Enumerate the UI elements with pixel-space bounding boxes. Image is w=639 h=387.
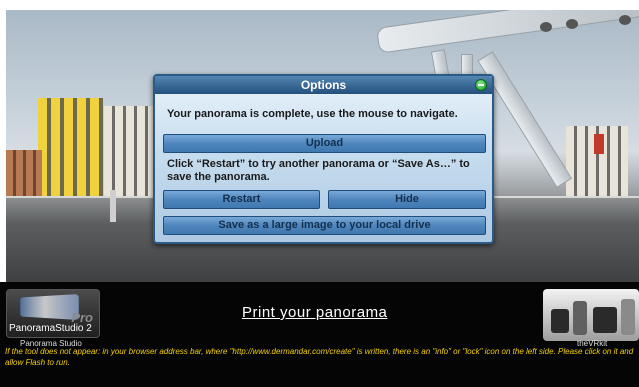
minimize-icon[interactable] xyxy=(475,79,487,91)
logo-product-name: PanoramaStudio 2 xyxy=(9,323,92,334)
vrkit-logo[interactable] xyxy=(543,289,639,341)
roof-post xyxy=(110,190,116,222)
panorama-graphic-icon xyxy=(20,293,79,321)
camera-icon xyxy=(551,309,569,333)
restart-hint: Click “Restart” to try another panorama … xyxy=(167,158,470,183)
dialog-title: Options xyxy=(155,76,492,94)
oval-window-2 xyxy=(566,19,578,29)
restart-button[interactable]: Restart xyxy=(163,190,320,209)
building-brick xyxy=(6,150,42,196)
options-dialog: Options Your panorama is complete, use t… xyxy=(153,74,494,244)
lens-icon xyxy=(621,299,635,335)
flash-notice: If the tool does not appear: in your bro… xyxy=(5,347,634,367)
upload-button[interactable]: Upload xyxy=(163,134,486,153)
arch-beam xyxy=(376,10,639,54)
panorama-studio-logo[interactable]: Pro PanoramaStudio 2 xyxy=(6,289,100,338)
panohead-icon xyxy=(593,307,617,333)
tripod-head-icon xyxy=(573,301,587,335)
building-yellow xyxy=(38,98,104,196)
oval-window-1 xyxy=(540,22,552,32)
footer-bar: Pro PanoramaStudio 2 Panorama Studio Pri… xyxy=(0,282,639,387)
building-white-left xyxy=(104,106,156,196)
oval-window-3 xyxy=(619,15,631,25)
save-large-image-button[interactable]: Save as a large image to your local driv… xyxy=(163,216,486,235)
complete-message: Your panorama is complete, use the mouse… xyxy=(167,108,458,120)
print-panorama-link[interactable]: Print your panorama xyxy=(242,304,387,321)
hide-button[interactable]: Hide xyxy=(328,190,486,209)
building-red xyxy=(594,134,604,154)
